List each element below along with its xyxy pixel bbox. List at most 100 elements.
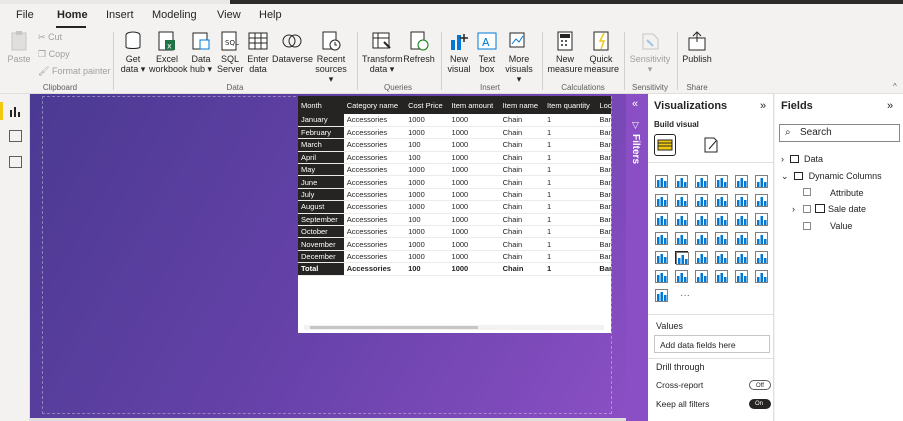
cut-button[interactable]: ✂ Cut bbox=[38, 32, 62, 43]
row-header-cell: June bbox=[298, 175, 344, 189]
keep-all-filters-toggle[interactable]: On bbox=[749, 399, 771, 409]
more-visuals-button[interactable]: More visuals ▾ bbox=[502, 30, 536, 84]
expand-filters-icon[interactable]: « bbox=[632, 98, 638, 110]
new-visual-button[interactable]: New visual bbox=[445, 30, 473, 74]
table-data[interactable]: › Data bbox=[781, 154, 823, 164]
filters-pane-collapsed[interactable]: « ▽ Filters bbox=[626, 94, 648, 421]
tab-help[interactable]: Help bbox=[259, 9, 282, 21]
waterfall-icon[interactable] bbox=[655, 213, 668, 226]
scrollbar-thumb[interactable] bbox=[310, 326, 478, 329]
table-visual[interactable]: Month Category name Cost Price Item amount I… bbox=[298, 96, 611, 333]
kpi-icon[interactable] bbox=[755, 232, 768, 245]
text-box-button[interactable]: A Text box bbox=[474, 30, 500, 74]
stacked-bar-icon[interactable] bbox=[655, 175, 668, 188]
chevron-right-icon[interactable]: › bbox=[792, 204, 795, 214]
collapse-visualizations-icon[interactable]: » bbox=[760, 100, 766, 112]
sensitivity-button[interactable]: Sensitivity ▾ bbox=[628, 30, 672, 74]
decomposition-tree-icon[interactable] bbox=[655, 270, 668, 283]
table-icon[interactable] bbox=[675, 251, 689, 265]
more-visuals-ellipsis[interactable]: ··· bbox=[680, 290, 690, 301]
column-header[interactable]: Location bbox=[596, 96, 611, 114]
key-influencers-icon[interactable] bbox=[755, 251, 768, 264]
collapse-ribbon-icon[interactable]: ^ bbox=[893, 82, 897, 91]
quick-measure-button[interactable]: Quick measure bbox=[584, 30, 619, 74]
more-icon[interactable] bbox=[655, 289, 668, 302]
paste-button[interactable]: Paste bbox=[6, 30, 32, 64]
pie-icon[interactable] bbox=[715, 213, 728, 226]
clustered-bar-icon[interactable] bbox=[695, 175, 708, 188]
qa-icon[interactable] bbox=[675, 270, 688, 283]
data-view-icon[interactable] bbox=[9, 130, 22, 142]
stacked-area-icon[interactable] bbox=[695, 194, 708, 207]
format-visual-tab[interactable] bbox=[702, 136, 720, 156]
column-header[interactable]: Cost Price bbox=[405, 96, 449, 114]
clustered-column-icon[interactable] bbox=[715, 175, 728, 188]
slicer-icon[interactable] bbox=[655, 251, 668, 264]
collapse-fields-icon[interactable]: » bbox=[887, 100, 893, 112]
donut-icon[interactable] bbox=[735, 213, 748, 226]
100-bar-icon[interactable] bbox=[735, 175, 748, 188]
map-icon[interactable] bbox=[655, 232, 668, 245]
recent-sources-button[interactable]: Recent sources ▾ bbox=[312, 30, 350, 84]
values-drop-zone[interactable]: Add data fields here bbox=[654, 335, 770, 353]
enter-data-button[interactable]: Enter data bbox=[246, 30, 270, 74]
narrative-icon[interactable] bbox=[695, 270, 708, 283]
refresh-button[interactable]: Refresh bbox=[403, 30, 435, 64]
table-dynamic-columns[interactable]: ⌄ Dynamic Columns bbox=[781, 171, 882, 182]
format-painter-button[interactable]: 🖌 Format painter bbox=[38, 66, 110, 77]
scatter-icon[interactable] bbox=[695, 213, 708, 226]
horizontal-scrollbar[interactable] bbox=[304, 325, 604, 330]
get-data-button[interactable]: Get data ▾ bbox=[119, 30, 147, 74]
column-header[interactable]: Month bbox=[298, 96, 344, 114]
card-icon[interactable] bbox=[715, 232, 728, 245]
funnel-icon[interactable] bbox=[675, 213, 688, 226]
gauge-icon[interactable] bbox=[695, 232, 708, 245]
field-sale-date[interactable]: Sale date bbox=[815, 204, 866, 214]
data-hub-button[interactable]: Data hub ▾ bbox=[188, 30, 214, 74]
area-icon[interactable] bbox=[675, 194, 688, 207]
tab-modeling[interactable]: Modeling bbox=[152, 9, 197, 21]
field-attribute[interactable]: Attribute bbox=[830, 188, 864, 198]
tab-home[interactable]: Home bbox=[57, 9, 88, 21]
table-cell: 1 bbox=[543, 237, 597, 251]
sale-date-checkbox[interactable] bbox=[803, 205, 811, 213]
power-automate-icon[interactable] bbox=[755, 270, 768, 283]
line-icon[interactable] bbox=[655, 194, 668, 207]
power-apps-icon[interactable] bbox=[735, 270, 748, 283]
line-column-icon[interactable] bbox=[715, 194, 728, 207]
copy-button[interactable]: ❐ Copy bbox=[38, 49, 70, 60]
attribute-checkbox[interactable] bbox=[803, 188, 811, 196]
dataverse-button[interactable]: Dataverse bbox=[272, 30, 313, 64]
ribbon-icon[interactable] bbox=[755, 194, 768, 207]
tab-file[interactable]: File bbox=[16, 9, 34, 21]
multirow-card-icon[interactable] bbox=[735, 232, 748, 245]
column-header[interactable]: Category name bbox=[343, 96, 406, 114]
matrix-icon[interactable] bbox=[695, 251, 708, 264]
sql-server-button[interactable]: SQL SQL Server bbox=[217, 30, 244, 74]
python-visual-icon[interactable] bbox=[735, 251, 748, 264]
field-value[interactable]: Value bbox=[830, 221, 852, 231]
r-visual-icon[interactable] bbox=[715, 251, 728, 264]
report-view-icon[interactable] bbox=[9, 105, 22, 117]
treemap-icon[interactable] bbox=[755, 213, 768, 226]
column-header[interactable]: Item name bbox=[499, 96, 544, 114]
new-measure-button[interactable]: New measure bbox=[547, 30, 583, 74]
publish-button[interactable]: Publish bbox=[682, 30, 712, 64]
100-column-icon[interactable] bbox=[755, 175, 768, 188]
model-view-icon[interactable] bbox=[9, 156, 22, 168]
filled-map-icon[interactable] bbox=[675, 232, 688, 245]
row-header-cell: Total bbox=[298, 262, 344, 276]
column-header[interactable]: Item amount bbox=[448, 96, 500, 114]
stacked-column-icon[interactable] bbox=[675, 175, 688, 188]
transform-data-button[interactable]: Transform data ▾ bbox=[362, 30, 403, 74]
fields-search-input[interactable]: ⌕ Search bbox=[779, 124, 900, 142]
paginated-icon[interactable] bbox=[715, 270, 728, 283]
value-checkbox[interactable] bbox=[803, 222, 811, 230]
excel-workbook-button[interactable]: x Excel workbook bbox=[149, 30, 188, 74]
cross-report-toggle[interactable]: Off bbox=[749, 380, 771, 390]
line-clustered-icon[interactable] bbox=[735, 194, 748, 207]
column-header[interactable]: Item quantity bbox=[543, 96, 597, 114]
tab-insert[interactable]: Insert bbox=[106, 9, 134, 21]
tab-view[interactable]: View bbox=[217, 9, 241, 21]
build-visual-tab[interactable] bbox=[654, 134, 676, 156]
